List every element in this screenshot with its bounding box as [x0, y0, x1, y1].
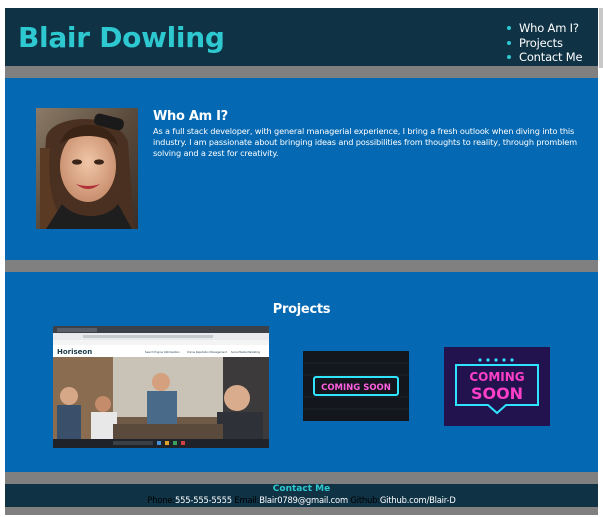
profile-photo: [36, 108, 138, 229]
site-title: Blair Dowling: [18, 21, 225, 54]
bullet-icon: [507, 26, 511, 30]
footer-heading: Contact Me: [272, 484, 331, 494]
project-thumbnail-horiseon[interactable]: Horiseon Search Engine Optimization Onli…: [53, 326, 269, 448]
site-header: Blair Dowling Who Am I? Projects Contact…: [5, 8, 598, 66]
horiseon-nav-link: Social Media Marketing: [231, 350, 260, 354]
coming-soon-sign-text: COMING SOON: [321, 383, 391, 393]
phone-label: Phone:: [147, 495, 175, 505]
projects-section: Projects Horiseon Search Engine Optimiza…: [5, 272, 598, 472]
about-paragraph: As a full stack developer, with general …: [153, 126, 577, 158]
horiseon-nav-link: Search Engine Optimization: [145, 350, 180, 354]
nav-item-label[interactable]: Contact Me: [519, 50, 583, 64]
nav-item-who-am-i[interactable]: Who Am I?: [505, 21, 582, 36]
email-link[interactable]: Blair0789@gmail.com: [259, 495, 348, 505]
site-footer: Contact Me Phone:555-555-5555 Email:Blai…: [5, 484, 598, 507]
neon-sign-line2: SOON: [471, 384, 523, 403]
project-thumbnail-coming-soon-neon[interactable]: COMING SOON: [444, 347, 550, 426]
neon-sign-line1: COMING: [469, 370, 524, 384]
github-link[interactable]: Github.com/Blair-D: [380, 495, 456, 505]
phone-value[interactable]: 555-555-5555: [175, 495, 232, 505]
about-section: Who Am I? As a full stack developer, wit…: [5, 78, 598, 260]
github-label: Github:: [350, 495, 380, 505]
page-frame: Blair Dowling Who Am I? Projects Contact…: [5, 8, 598, 515]
project-thumbnail-coming-soon[interactable]: COMING SOON: [303, 351, 409, 421]
nav-item-projects[interactable]: Projects: [505, 36, 582, 51]
bullet-icon: [507, 40, 511, 45]
horiseon-logo: Horiseon: [57, 348, 92, 356]
nav-item-contact[interactable]: Contact Me: [505, 50, 583, 65]
scrollbar[interactable]: [599, 8, 603, 68]
nav-item-label[interactable]: Projects: [519, 36, 563, 50]
email-label: Email:: [234, 495, 260, 505]
projects-heading: Projects: [272, 302, 331, 317]
horiseon-nav-link: Online Reputation Management: [187, 350, 227, 354]
contact-line: Phone:555-555-5555 Email:Blair0789@gmail…: [5, 495, 598, 505]
about-heading: Who Am I?: [153, 109, 228, 124]
nav-item-label[interactable]: Who Am I?: [519, 21, 579, 35]
main-nav: Who Am I? Projects Contact Me: [505, 21, 583, 65]
bullet-icon: [507, 55, 511, 59]
